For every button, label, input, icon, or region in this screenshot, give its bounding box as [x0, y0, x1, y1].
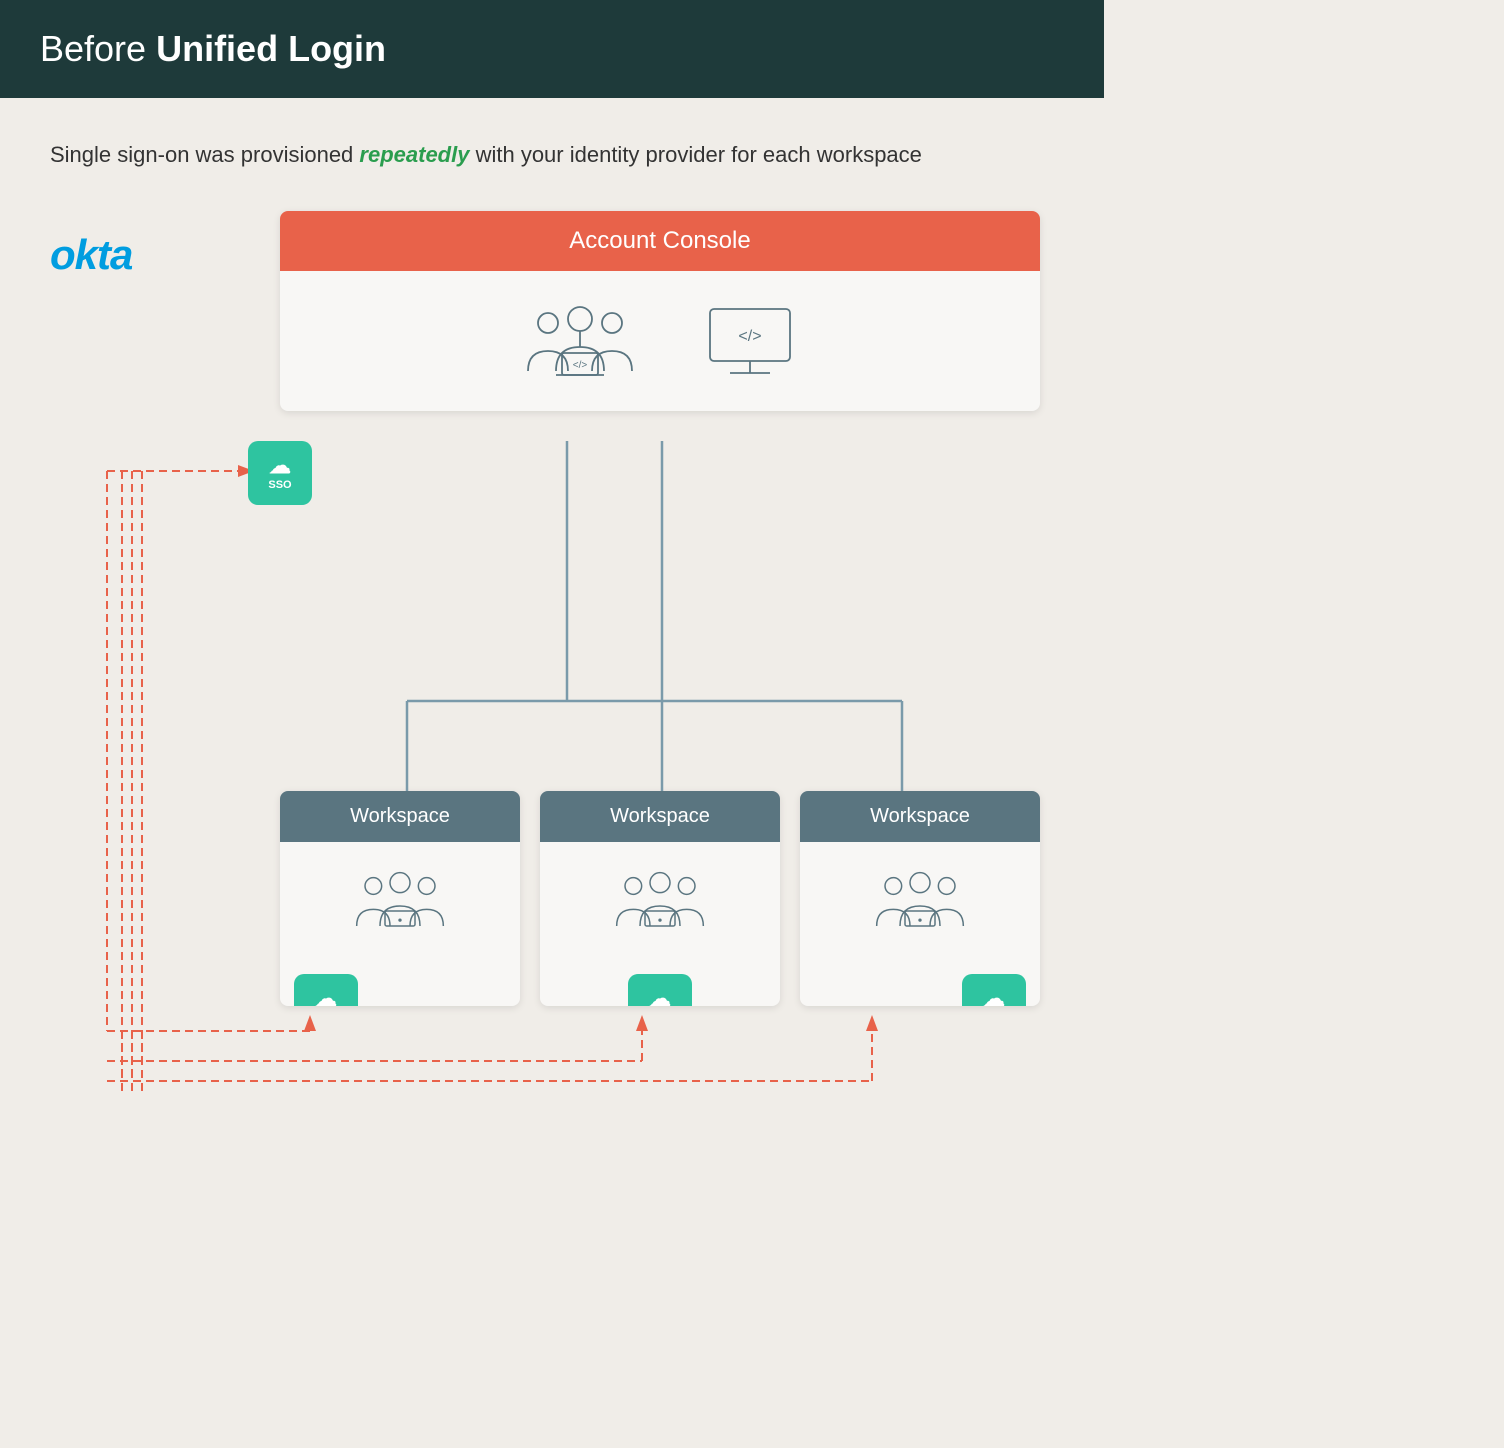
- workspace-box-1: Workspace ☁: [280, 791, 520, 1006]
- account-console-label: Account Console: [569, 227, 750, 254]
- workspace-label-2: Workspace: [610, 805, 710, 827]
- workspace-label-3: Workspace: [870, 805, 970, 827]
- sso-badge-ws1: ☁ SSO: [294, 974, 358, 1006]
- cloud-icon-ws1: ☁: [315, 988, 337, 1006]
- workspace-team-icon-1: [350, 866, 450, 936]
- cloud-icon-ws3: ☁: [983, 988, 1005, 1006]
- team-icon: </>: [520, 301, 640, 381]
- account-console-body: </> </>: [280, 271, 1040, 411]
- monitor-icon: </>: [700, 301, 800, 381]
- svg-text:</>: </>: [738, 328, 761, 345]
- sso-badge-top: ☁ SSO: [248, 441, 312, 505]
- page-header: Before Unified Login: [0, 0, 1104, 98]
- okta-logo: okta: [50, 231, 132, 279]
- workspace-header-2: Workspace: [540, 791, 780, 842]
- title-bold: Unified Login: [156, 28, 386, 69]
- title-before: Before: [40, 28, 156, 69]
- workspace-box-3: Workspace ☁: [800, 791, 1040, 1006]
- workspaces-container: Workspace ☁: [280, 791, 1040, 1006]
- cloud-icon-ws2: ☁: [649, 988, 671, 1006]
- svg-text:</>: </>: [573, 360, 588, 371]
- cloud-icon-top: ☁: [269, 455, 291, 477]
- subtitle-highlight: repeatedly: [359, 142, 469, 167]
- account-console-header: Account Console: [280, 211, 1040, 271]
- page-title: Before Unified Login: [40, 28, 1064, 70]
- workspace-team-icon-3: [870, 866, 970, 936]
- subtitle-text: Single sign-on was provisioned repeatedl…: [50, 138, 1054, 171]
- workspace-label-1: Workspace: [350, 805, 450, 827]
- workspace-header-1: Workspace: [280, 791, 520, 842]
- sso-label-top: SSO: [268, 479, 291, 491]
- sso-badge-ws2: ☁ SSO: [628, 974, 692, 1006]
- content-area: Single sign-on was provisioned repeatedl…: [0, 98, 1104, 1301]
- diagram: okta Account Console: [50, 211, 1054, 1261]
- sso-badge-ws3: ☁ SSO: [962, 974, 1026, 1006]
- subtitle-before: Single sign-on was provisioned: [50, 142, 359, 167]
- workspace-box-2: Workspace ☁: [540, 791, 780, 1006]
- workspace-team-icon-2: [610, 866, 710, 936]
- subtitle-after: with your identity provider for each wor…: [469, 142, 921, 167]
- account-console-box: Account Console: [280, 211, 1040, 411]
- workspace-header-3: Workspace: [800, 791, 1040, 842]
